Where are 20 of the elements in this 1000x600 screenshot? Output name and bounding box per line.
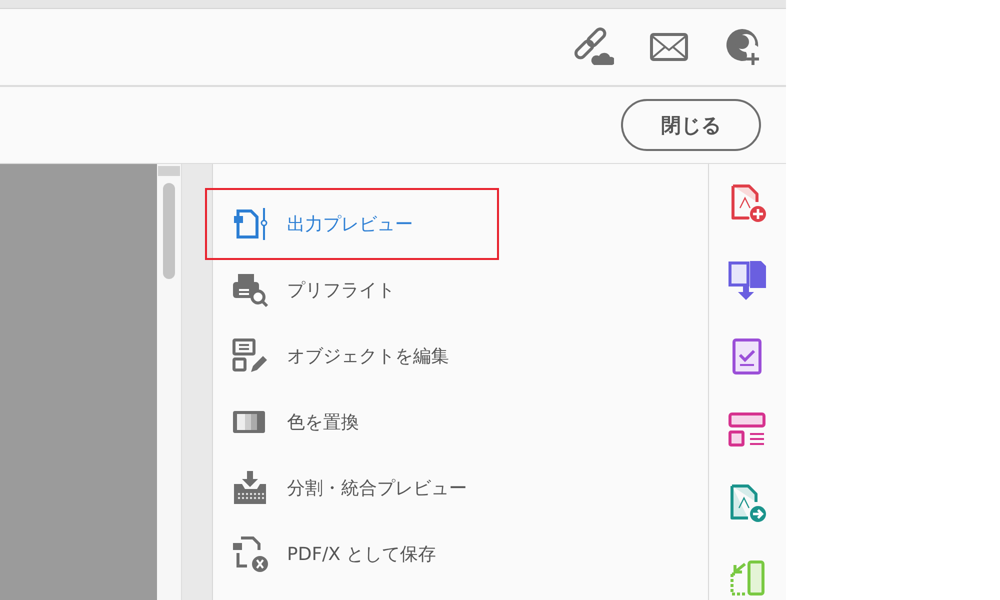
tool-item[interactable]: 出力プレビュー [205, 188, 499, 260]
tool-item[interactable]: プリフライト [205, 257, 499, 323]
form-pencil-icon [231, 338, 269, 374]
document-arrow-icon[interactable] [728, 484, 768, 524]
link-cloud-icon[interactable] [572, 27, 614, 67]
checklist-document-icon[interactable] [732, 338, 764, 376]
tool-item[interactable]: PDF/X として保存 [205, 521, 499, 587]
tool-item[interactable]: 色を置換 [205, 389, 499, 455]
layout-blocks-icon[interactable] [728, 412, 768, 448]
document-slider-icon [231, 207, 269, 241]
tool-item[interactable]: オブジェクトを編集 [205, 323, 499, 389]
scrollbar[interactable] [157, 164, 182, 600]
documents-arrow-icon[interactable] [726, 260, 768, 302]
tray-download-icon [231, 470, 269, 506]
printer-magnifier-icon [231, 273, 269, 307]
add-user-icon[interactable] [724, 27, 762, 67]
document-x-icon [231, 535, 269, 573]
mail-icon[interactable] [650, 33, 688, 61]
tool-item[interactable]: 分割・統合プレビュー [205, 455, 499, 521]
close-button[interactable]: 閉じる [621, 99, 761, 151]
